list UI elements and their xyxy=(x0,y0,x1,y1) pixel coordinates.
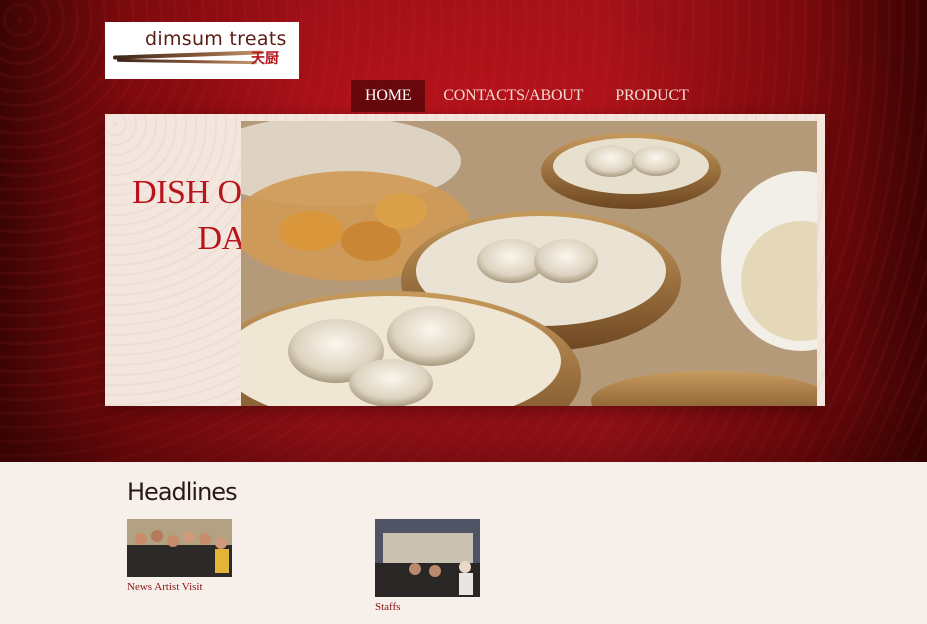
headline-item: Staffs xyxy=(375,519,480,613)
dish-photo xyxy=(241,121,817,406)
nav-home[interactable]: HOME xyxy=(351,80,426,112)
headline-thumbnail[interactable] xyxy=(127,519,232,577)
headline-thumbnail[interactable] xyxy=(375,519,480,597)
staff-photo-illustration xyxy=(375,519,480,597)
headline-link[interactable]: News Artist Visit xyxy=(127,581,232,593)
group-photo-illustration xyxy=(127,519,232,577)
site-logo[interactable]: dimsum treats 天厨 xyxy=(105,22,299,79)
headlines-heading: Headlines xyxy=(127,478,238,506)
headline-link[interactable]: Staffs xyxy=(375,601,480,613)
logo-chinese-text: 天厨 xyxy=(251,51,279,67)
nav-contacts-about[interactable]: CONTACTS/ABOUT xyxy=(429,80,597,112)
nav-product[interactable]: PRODUCT xyxy=(601,80,702,112)
main-navigation: HOME CONTACTS/ABOUT PRODUCT xyxy=(351,80,703,112)
headline-item: News Artist Visit xyxy=(127,519,232,593)
featured-banner: DISH OF THE DAY xyxy=(105,114,825,406)
dimsum-photo-illustration xyxy=(241,121,817,406)
chopstick-graphic xyxy=(116,58,258,65)
logo-brand-text: dimsum treats xyxy=(145,28,287,50)
